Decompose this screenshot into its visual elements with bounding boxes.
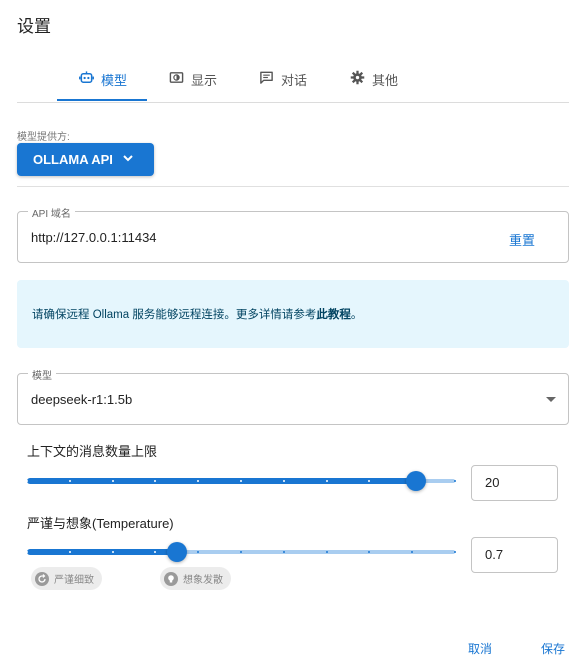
info-text: 请确保远程 Ollama 服务能够远程连接。更多详情请参考此教程。 [32, 306, 362, 322]
dialog-title: 设置 [17, 17, 51, 36]
slider-mark [240, 480, 242, 482]
slider-thumb[interactable] [166, 542, 187, 562]
settings-tabs: 模型 显示 对话 其他 [17, 58, 569, 103]
slider-mark [454, 551, 456, 553]
tab-model[interactable]: 模型 [79, 58, 127, 100]
tab-label: 模型 [101, 72, 128, 88]
chip-label: 严谨细致 [54, 575, 94, 586]
model-select[interactable]: 模型 deepseek-r1:1.5b [17, 367, 569, 425]
imaginative-chip: 想象发散 [160, 567, 231, 590]
dropdown-arrow-icon [546, 397, 556, 402]
info-message: 请确保远程 Ollama 服务能够远程连接。更多详情请参考 [32, 309, 317, 321]
refresh-icon [35, 571, 49, 586]
cancel-button[interactable]: 取消 [468, 640, 492, 657]
info-alert: 请确保远程 Ollama 服务能够远程连接。更多详情请参考此教程。 [17, 280, 569, 348]
slider-mark [240, 551, 242, 553]
slider-mark [26, 480, 28, 482]
tab-label: 显示 [191, 72, 218, 88]
slider-mark [325, 480, 328, 482]
tab-chat[interactable]: 对话 [259, 58, 307, 100]
temperature-title: 严谨与想象(Temperature) [27, 516, 174, 531]
slider-thumb[interactable] [406, 471, 427, 491]
chevron-down-icon [113, 151, 135, 168]
save-button[interactable]: 保存 [541, 640, 565, 657]
info-end: 。 [350, 309, 363, 321]
api-domain-label: API 域名 [28, 205, 75, 220]
slider-mark [68, 480, 71, 482]
context-limit-title: 上下文的消息数量上限 [27, 444, 158, 459]
gear-icon [350, 70, 365, 88]
slider-mark [68, 551, 71, 553]
slider-mark [325, 551, 328, 553]
slider-mark [26, 551, 28, 553]
tab-display[interactable]: 显示 [169, 58, 217, 100]
provider-selected: OLLAMA API [33, 152, 113, 167]
slider-mark [111, 480, 114, 482]
reset-button[interactable]: 重置 [509, 230, 535, 249]
api-domain-input[interactable]: http://127.0.0.1:11434 [31, 230, 157, 245]
chat-icon [259, 70, 274, 88]
slider-mark [282, 551, 285, 553]
display-icon [169, 70, 184, 88]
active-tab-indicator [57, 99, 147, 101]
slider-mark [282, 480, 285, 482]
temperature-slider[interactable] [26, 541, 456, 562]
lightbulb-icon [164, 571, 178, 586]
slider-mark [111, 551, 114, 553]
tab-other[interactable]: 其他 [350, 58, 398, 100]
tab-label: 对话 [281, 72, 308, 88]
rigorous-chip: 严谨细致 [31, 567, 102, 590]
context-limit-slider[interactable] [26, 470, 456, 491]
temperature-input[interactable]: 0.7 [471, 537, 558, 573]
model-label: 模型 [28, 367, 56, 382]
slider-track [27, 478, 417, 484]
tutorial-link[interactable]: 此教程 [316, 309, 351, 321]
provider-dropdown-button[interactable]: OLLAMA API [17, 143, 154, 176]
context-limit-input[interactable]: 20 [471, 465, 558, 501]
slider-mark [454, 480, 456, 482]
tab-label: 其他 [372, 72, 399, 88]
chip-label: 想象发散 [183, 575, 223, 586]
robot-icon [79, 70, 94, 88]
api-domain-field[interactable]: API 域名 http://127.0.0.1:11434 重置 [17, 205, 569, 263]
provider-label: 模型提供方: [17, 132, 70, 143]
divider [17, 186, 569, 187]
model-value: deepseek-r1:1.5b [31, 392, 133, 407]
